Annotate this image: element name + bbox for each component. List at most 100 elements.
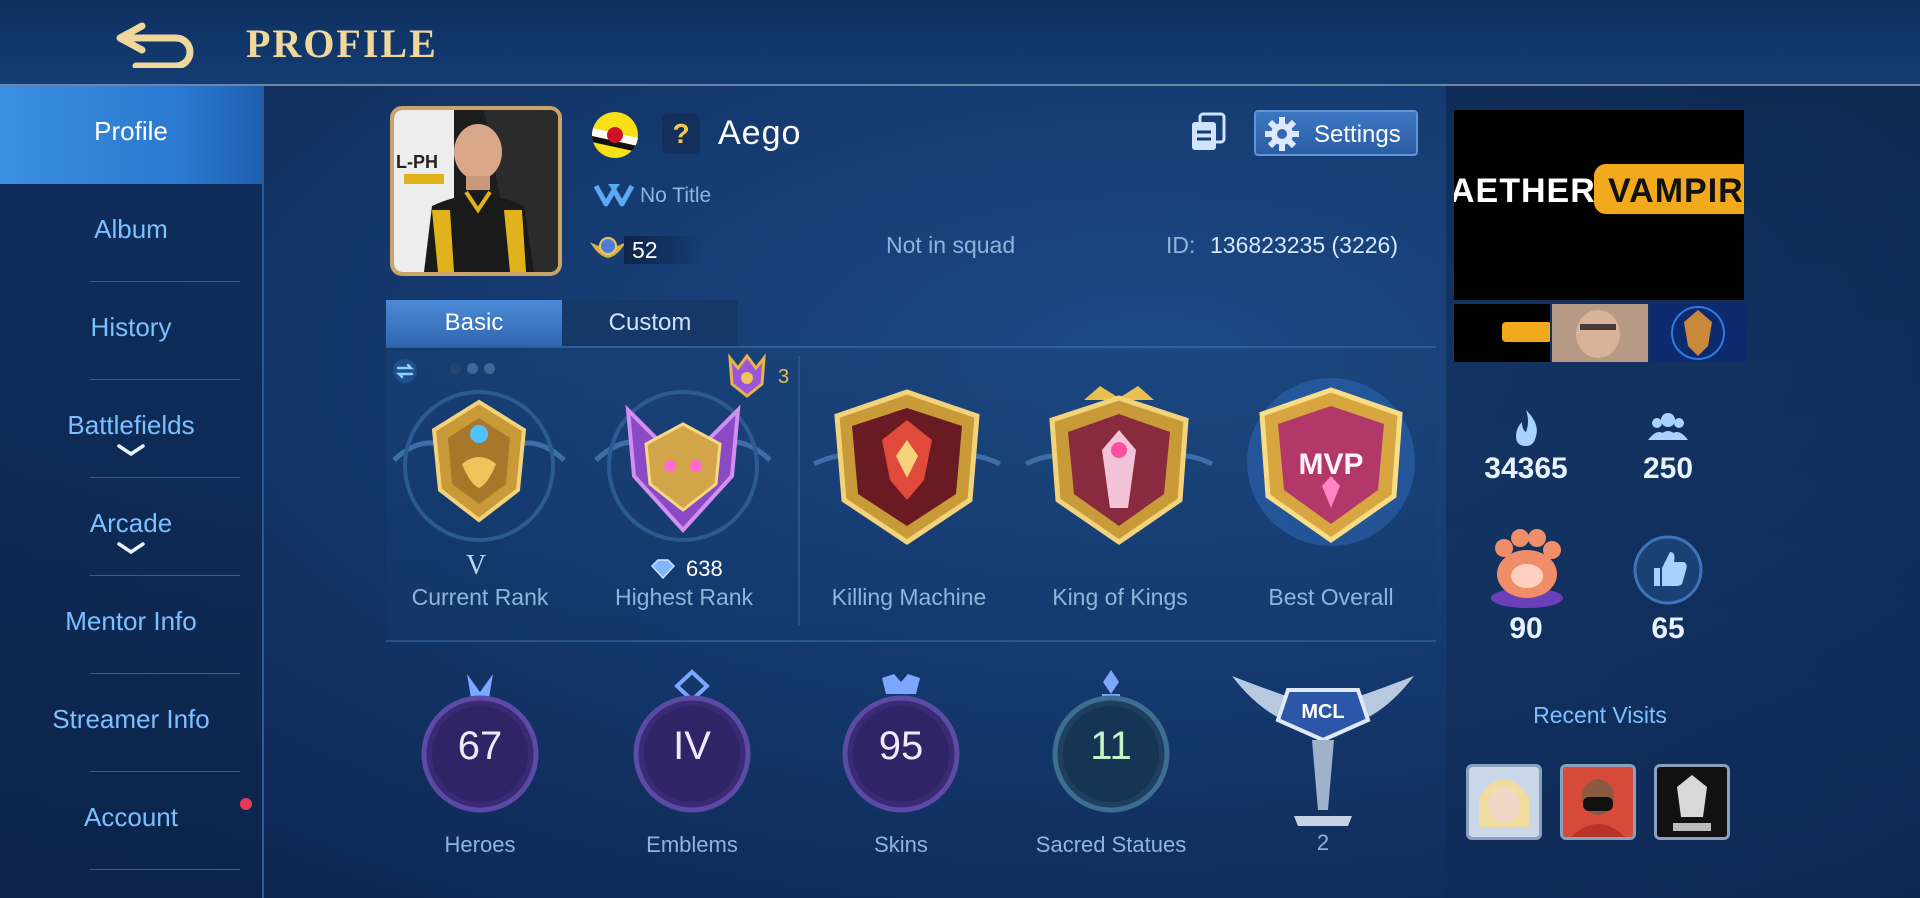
sacred-statues-label: Sacred Statues	[1035, 832, 1187, 857]
current-rank-label: Current Rank	[411, 584, 549, 610]
best-overall-label: Best Overall	[1268, 584, 1394, 610]
current-rank-badge-icon[interactable]	[384, 380, 574, 550]
sidebar-item-streamer-info[interactable]: Streamer Info	[0, 674, 262, 772]
sidebar-item-label: Arcade	[89, 508, 173, 538]
streamer-banner[interactable]: AETHER VAMPIRE	[1454, 110, 1744, 300]
likes-count: 65	[1651, 612, 1685, 645]
gear-icon	[1265, 117, 1299, 151]
mythic-crown-count: 3	[778, 366, 790, 388]
popularity-count: 34365	[1484, 452, 1568, 485]
emblems-level: IV	[673, 724, 711, 768]
player-id: 136823235 (3226)	[1210, 232, 1398, 258]
sidebar-item-label: History	[90, 312, 172, 342]
highest-rank-label: Highest Rank	[614, 584, 754, 610]
sidebar-item-label: Mentor Info	[65, 606, 197, 636]
sidebar-item-account[interactable]: Account	[0, 772, 262, 870]
divider	[90, 869, 240, 870]
id-label: ID:	[1166, 232, 1196, 258]
best-overall-badge-icon[interactable]: MVP	[1236, 376, 1426, 546]
banner-thumbnail[interactable]	[1454, 304, 1550, 362]
badge-image	[1650, 304, 1746, 362]
tab-basic[interactable]: Basic	[386, 300, 562, 346]
page-dot	[450, 363, 461, 374]
country-flag-icon	[592, 112, 638, 158]
sidebar-item-battlefields[interactable]: Battlefields	[0, 380, 262, 478]
back-button[interactable]	[112, 12, 208, 70]
back-arrow-icon	[116, 22, 194, 70]
mcl-logo-text: MCL	[1301, 701, 1344, 723]
sacred-statues-count: 11	[1090, 724, 1132, 768]
photo-image	[1552, 304, 1648, 362]
killing-machine-label: Killing Machine	[831, 584, 987, 610]
sidebar-item-arcade[interactable]: Arcade	[0, 478, 262, 576]
emblems-label: Emblems	[646, 832, 738, 857]
visitor-image	[1563, 767, 1633, 837]
page-dot	[484, 363, 495, 374]
king-of-kings-label: King of Kings	[1052, 584, 1188, 610]
visitor-image	[1469, 767, 1539, 837]
like-button-icon[interactable]	[1632, 534, 1704, 606]
title-emblem-icon	[593, 184, 635, 207]
chevron-down-icon	[117, 542, 145, 555]
sidebar-item-label: Profile	[94, 116, 168, 146]
tab-underline	[386, 346, 1436, 348]
flame-icon	[1516, 410, 1537, 446]
paw-icon[interactable]	[1482, 522, 1572, 612]
chevron-down-icon	[117, 444, 145, 457]
skins-count: 95	[878, 724, 924, 768]
sidebar-item-mentor-info[interactable]: Mentor Info	[0, 576, 262, 674]
level-wings-icon	[590, 237, 626, 258]
current-rank-tier: V	[466, 550, 487, 581]
sidebar-item-label: Album	[94, 214, 168, 244]
banner-text-vampire: VAMPIRE	[1608, 172, 1744, 210]
heroes-label: Heroes	[444, 832, 516, 857]
page-dots	[450, 361, 501, 379]
page-title: PROFILE	[246, 21, 438, 66]
thumbnail-pill	[1502, 322, 1550, 342]
top-bar: PROFILE	[0, 0, 1920, 86]
visitor-avatar[interactable]	[1466, 764, 1542, 840]
visitor-image	[1657, 767, 1727, 837]
diamond-star-icon	[650, 559, 676, 580]
page-dot	[467, 363, 478, 374]
followers-icon	[1648, 413, 1688, 440]
highest-rank-stars: 638	[686, 556, 723, 581]
player-title: No Title	[640, 184, 712, 207]
mythic-crown-icon	[728, 353, 766, 398]
recent-visits-title: Recent Visits	[1533, 702, 1667, 728]
help-icon[interactable]: ?	[662, 114, 700, 154]
highest-rank-badge-icon[interactable]	[588, 380, 778, 550]
player-name: Aego	[718, 114, 802, 152]
photo-thumbnail[interactable]	[1552, 304, 1648, 362]
badge-thumbnail[interactable]	[1650, 304, 1746, 362]
skins-label: Skins	[874, 832, 928, 857]
followers-count: 250	[1642, 452, 1694, 485]
divider	[386, 640, 1436, 642]
king-of-kings-badge-icon[interactable]	[1024, 380, 1214, 550]
settings-label: Settings	[1314, 121, 1401, 148]
banner-text-aether: AETHER	[1454, 172, 1596, 210]
paw-count: 90	[1509, 612, 1543, 645]
sidebar-item-album[interactable]: Album	[0, 184, 262, 282]
tab-custom[interactable]: Custom	[562, 300, 738, 346]
sidebar-item-label: Battlefields	[67, 410, 195, 440]
visitor-avatar[interactable]	[1560, 764, 1636, 840]
mcl-count: 2	[1316, 830, 1330, 855]
avatar-image: L-PH	[394, 110, 558, 272]
player-level: 52	[624, 236, 704, 264]
svg-text:L-PH: L-PH	[396, 152, 438, 172]
sidebar-item-label: Streamer Info	[52, 704, 210, 734]
notification-dot	[240, 798, 252, 810]
sidebar-item-history[interactable]: History	[0, 282, 262, 380]
copy-icon	[1192, 112, 1226, 150]
mcl-trophy-icon[interactable]: MCL	[1228, 670, 1418, 830]
sidebar: Profile Album History Battlefields Arcad…	[0, 86, 264, 898]
sidebar-item-profile[interactable]: Profile	[0, 86, 262, 184]
settings-button[interactable]: Settings	[1254, 110, 1418, 156]
sidebar-item-label: Account	[84, 802, 178, 832]
visitor-avatar[interactable]	[1654, 764, 1730, 840]
copy-id-button[interactable]	[1190, 112, 1226, 152]
killing-machine-badge-icon[interactable]	[812, 380, 1002, 550]
player-avatar[interactable]: L-PH	[390, 106, 562, 276]
heroes-count: 67	[457, 724, 503, 768]
